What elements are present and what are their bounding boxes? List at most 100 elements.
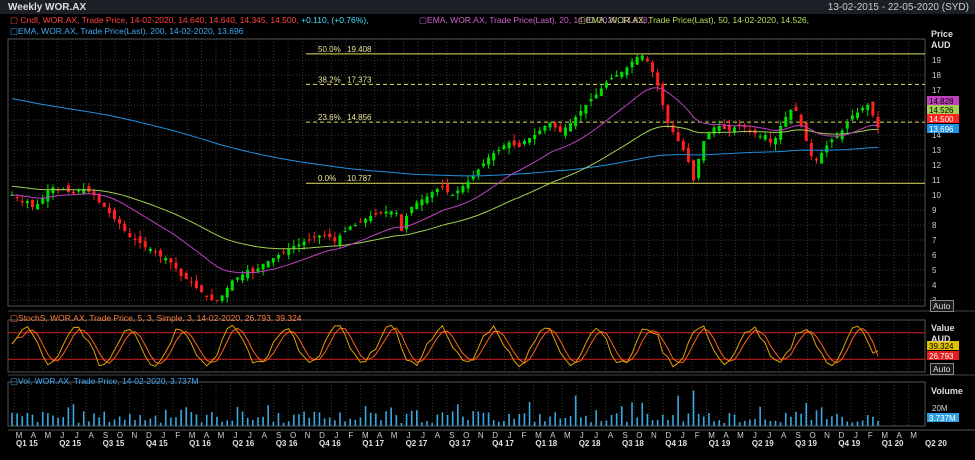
volume-bar <box>129 413 131 426</box>
month-tick-label: N <box>824 431 830 440</box>
volume-bar <box>825 419 828 426</box>
candle-body <box>307 239 311 241</box>
ema200-legend-row[interactable]: ▢EMA, WOR.AX, Trade Price(Last), 200, 14… <box>10 26 243 37</box>
candle-body <box>169 258 173 263</box>
candle-body <box>563 127 567 136</box>
volume-bar <box>349 418 352 426</box>
candle-body <box>384 211 388 214</box>
volume-bar <box>36 421 39 426</box>
volume-bar <box>672 415 674 426</box>
volume-bar <box>856 421 859 426</box>
volume-bar <box>354 419 357 426</box>
price-tick-label: 12 <box>932 161 941 170</box>
volume-bar <box>221 421 223 426</box>
volume-bar <box>866 415 869 426</box>
volume-bar <box>118 416 121 426</box>
volume-bar <box>841 416 843 426</box>
price-legend-row[interactable]: ▢ Cndl, WOR.AX, Trade Price, 14-02-2020,… <box>10 15 369 26</box>
volume-bar <box>800 413 802 426</box>
candle-body <box>502 145 506 150</box>
quarter-tick-label: Q2 18 <box>579 439 601 448</box>
volume-bar <box>595 410 597 426</box>
candle-body <box>210 294 214 300</box>
volume-bar <box>528 401 531 426</box>
ema50-legend-row[interactable]: ▢EMA, WOR.AX, Trade Price(Last), 50, 14-… <box>578 15 809 26</box>
chart-canvas[interactable]: MAMJJASONDJFMAMJJASONDJFMAMJJASONDJFMAMJ… <box>0 0 975 460</box>
candle-body <box>748 129 752 131</box>
price-axis-tag-label: 13.696 <box>929 125 954 134</box>
quarter-tick-label: Q3 17 <box>449 439 471 448</box>
quarter-tick-label: Q3 19 <box>795 439 817 448</box>
candle-body <box>507 142 511 149</box>
price-auto-button[interactable]: Auto <box>930 300 954 312</box>
candle-body <box>333 237 337 242</box>
candle-body <box>358 221 362 223</box>
candle-body <box>558 126 562 132</box>
candle-body <box>763 135 767 140</box>
stoch-auto-button[interactable]: Auto <box>930 363 954 375</box>
volume-bar <box>482 412 485 426</box>
volume-bar <box>518 414 521 426</box>
candle-body <box>861 108 865 111</box>
volume-bar <box>426 421 428 426</box>
volume-bar <box>216 416 218 426</box>
quarter-tick-label: Q1 19 <box>709 439 731 448</box>
volume-bar <box>88 421 90 426</box>
vol-legend-row[interactable]: ▢Vol, WOR.AX, Trade Price, 14-02-2020, 3… <box>10 376 199 387</box>
volume-bar <box>200 422 203 426</box>
volume-bar <box>861 420 864 426</box>
volume-bar <box>185 407 188 426</box>
candle-body <box>651 62 655 72</box>
volume-bar <box>795 411 797 426</box>
candle-body <box>77 190 81 192</box>
volume-bar <box>610 414 613 426</box>
candle-body <box>235 277 239 280</box>
candle-body <box>676 132 680 141</box>
volume-bar <box>877 420 879 426</box>
month-tick-label: F <box>348 431 353 440</box>
volume-tick-label: 20M <box>932 404 948 413</box>
candle-body <box>271 258 275 263</box>
volume-bar <box>872 416 874 426</box>
price-tick-label: 18 <box>932 71 941 80</box>
volume-bar <box>538 414 541 426</box>
vol-legend-icon: ▢ <box>10 376 19 386</box>
volume-bar <box>380 420 382 426</box>
volume-bar <box>646 413 649 426</box>
candle-body <box>594 94 598 99</box>
volume-bar <box>11 412 13 426</box>
candle-body <box>405 216 409 230</box>
price-tick-label: 10 <box>932 191 941 200</box>
volume-bar <box>98 417 100 426</box>
volume-bar <box>457 404 459 426</box>
volume-bar <box>815 410 818 426</box>
volume-bar <box>733 414 736 426</box>
quarter-tick-label: Q2 17 <box>406 439 428 448</box>
volume-bar <box>390 407 392 426</box>
volume-bar <box>395 415 398 426</box>
candle-body <box>845 123 849 129</box>
candle-body <box>112 209 116 219</box>
candle-body <box>835 136 839 139</box>
volume-bar <box>615 413 618 426</box>
volume-bar <box>26 412 29 426</box>
volume-bar <box>702 416 705 426</box>
volume-bar <box>57 417 59 426</box>
volume-bar <box>93 413 95 426</box>
volume-bar <box>359 417 362 426</box>
volume-bar <box>405 413 408 426</box>
candle-body <box>487 157 491 165</box>
candle-body <box>671 124 675 132</box>
volume-bar <box>211 412 213 426</box>
candle-body <box>528 138 532 143</box>
volume-bar <box>667 420 669 426</box>
stoch-legend-row[interactable]: ▢StochS, WOR.AX, Trade Price, 5, 3, Simp… <box>10 313 302 324</box>
candle-body <box>302 241 306 246</box>
candle-body <box>25 201 29 204</box>
volume-bar <box>334 420 336 426</box>
volume-bar <box>308 417 311 426</box>
candle-body <box>138 236 142 243</box>
volume-bar <box>682 421 685 426</box>
candle-body <box>241 274 245 281</box>
volume-bar <box>472 411 474 426</box>
